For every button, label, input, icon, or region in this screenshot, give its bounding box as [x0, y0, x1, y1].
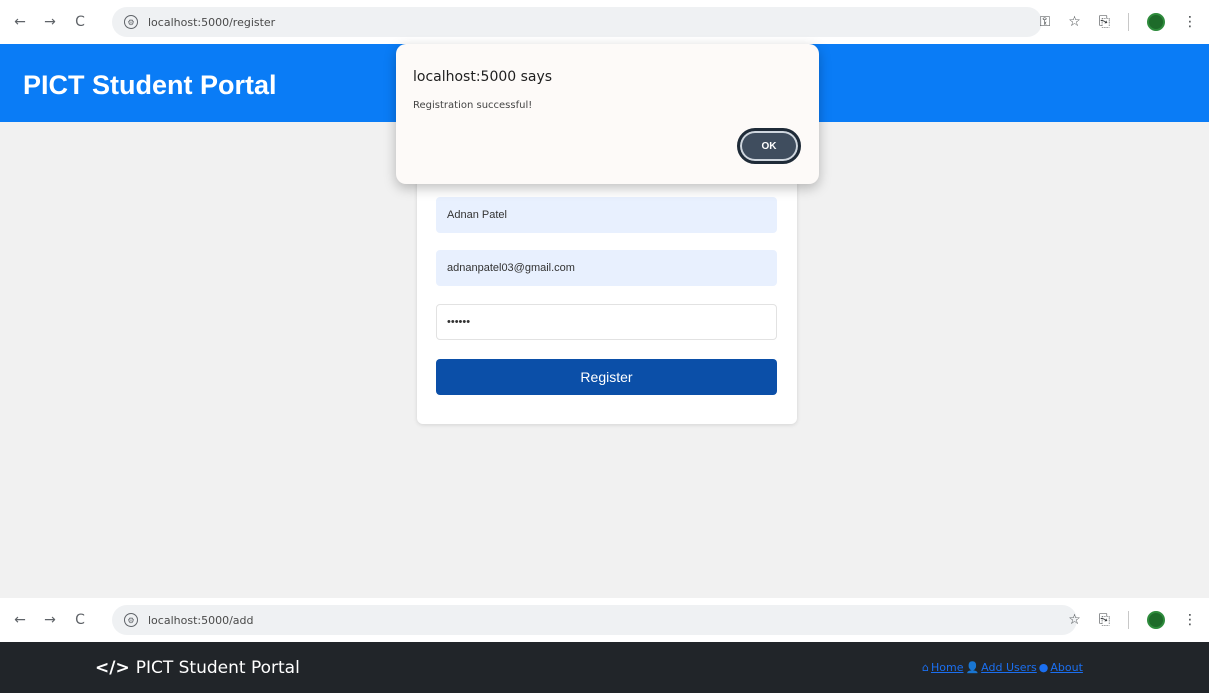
reload-icon[interactable]: C	[74, 14, 86, 30]
toolbar-divider	[1128, 13, 1129, 31]
extensions-icon[interactable]: ⎘	[1099, 14, 1110, 30]
nav-buttons: ← → C	[0, 14, 86, 30]
home-icon: ⌂	[922, 661, 929, 674]
address-bar-bottom[interactable]: ⚙ localhost:5000/add	[112, 605, 1077, 635]
key-icon[interactable]: ⚿	[1040, 14, 1051, 30]
menu-icon[interactable]: ⋮	[1183, 14, 1197, 30]
navbar-brand-text: PICT Student Portal	[135, 658, 300, 678]
nav-link-about[interactable]: About	[1050, 661, 1083, 674]
toolbar-actions-bottom: ☆ ⎘ ⋮	[1068, 611, 1197, 629]
register-button[interactable]: Register	[436, 359, 777, 395]
profile-icon[interactable]	[1147, 13, 1165, 31]
page-title: PICT Student Portal	[23, 70, 277, 100]
site-info-icon[interactable]: ⚙	[124, 15, 138, 29]
password-field-value: ••••••	[447, 316, 471, 328]
profile-icon[interactable]	[1147, 611, 1165, 629]
nav-link-add-users[interactable]: Add Users	[981, 661, 1037, 674]
url-text[interactable]: localhost:5000/register	[148, 16, 275, 29]
dialog-title: localhost:5000 says	[413, 69, 553, 85]
register-card: Adnan Patel adnanpatel03@gmail.com •••••…	[417, 178, 797, 424]
back-icon[interactable]: ←	[14, 612, 26, 628]
extensions-icon[interactable]: ⎘	[1099, 612, 1110, 628]
code-icon: </>	[95, 658, 130, 678]
dialog-message: Registration successful!	[413, 100, 533, 111]
navbar-links: ⌂ Home 👤 Add Users ● About	[922, 661, 1083, 674]
star-icon[interactable]: ☆	[1068, 612, 1081, 628]
toolbar-actions: ⚿ ☆ ⎘ ⋮	[1040, 13, 1197, 31]
name-field-value: Adnan Patel	[447, 209, 507, 221]
menu-icon[interactable]: ⋮	[1183, 612, 1197, 628]
forward-icon[interactable]: →	[44, 14, 56, 30]
about-icon: ●	[1038, 661, 1049, 674]
navbar-brand[interactable]: </> PICT Student Portal	[95, 658, 300, 678]
email-field[interactable]: adnanpatel03@gmail.com	[436, 250, 777, 286]
browser-toolbar-bottom: ← → C ⚙ localhost:5000/add ☆ ⎘ ⋮	[0, 598, 1209, 642]
site-info-icon[interactable]: ⚙	[124, 613, 138, 627]
add-user-icon: 👤	[965, 661, 980, 674]
nav-link-home[interactable]: Home	[931, 661, 963, 674]
alert-dialog: localhost:5000 says Registration success…	[396, 44, 819, 184]
star-icon[interactable]: ☆	[1068, 14, 1081, 30]
toolbar-divider	[1128, 611, 1129, 629]
nav-buttons-bottom: ← → C	[0, 612, 86, 628]
forward-icon[interactable]: →	[44, 612, 56, 628]
footer-navbar: </> PICT Student Portal ⌂ Home 👤 Add User…	[0, 642, 1209, 693]
password-field[interactable]: ••••••	[436, 304, 777, 340]
email-field-value: adnanpatel03@gmail.com	[447, 262, 575, 274]
reload-icon[interactable]: C	[74, 612, 86, 628]
url-text-bottom[interactable]: localhost:5000/add	[148, 614, 254, 627]
back-icon[interactable]: ←	[14, 14, 26, 30]
address-bar[interactable]: ⚙ localhost:5000/register	[112, 7, 1042, 37]
ok-button[interactable]: OK	[737, 128, 801, 164]
name-field[interactable]: Adnan Patel	[436, 197, 777, 233]
browser-toolbar-top: ← → C ⚙ localhost:5000/register ⚿ ☆ ⎘ ⋮	[0, 0, 1209, 44]
